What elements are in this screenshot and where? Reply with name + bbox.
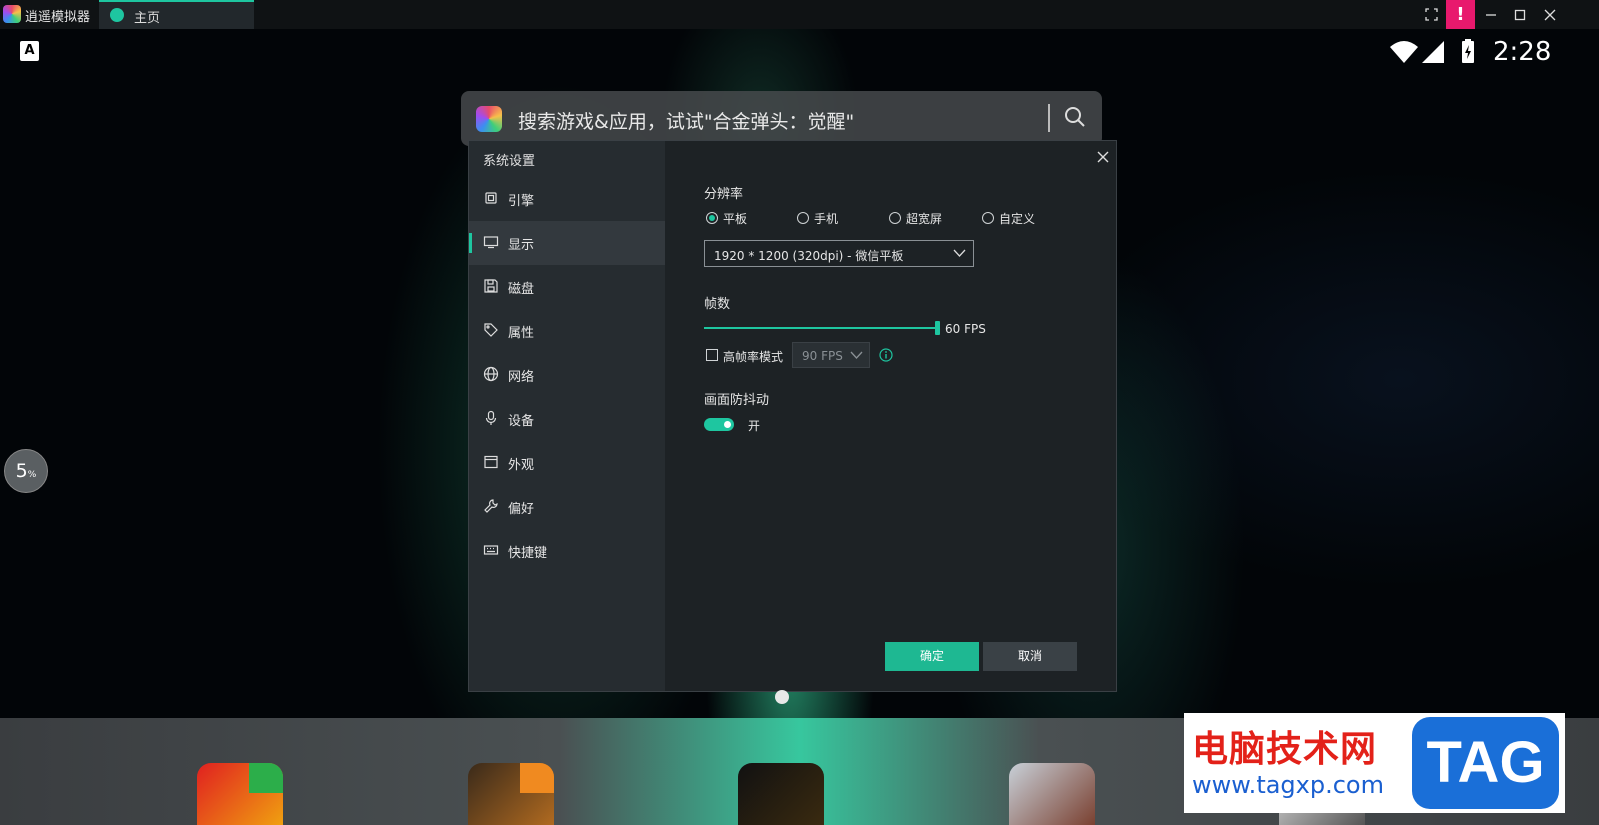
radio-phone-label: 手机	[814, 212, 839, 226]
high-fps-checkbox[interactable]	[706, 349, 718, 361]
app-name: 逍遥模拟器	[25, 10, 91, 25]
search-bar[interactable]: 搜索游戏&应用，试试"合金弹头：觉醒"	[461, 91, 1102, 146]
sidebar-item-label: 设备	[508, 414, 535, 429]
sidebar-item-appearance[interactable]: 外观	[469, 441, 665, 485]
radio-custom[interactable]	[982, 212, 994, 224]
search-icon[interactable]	[1063, 105, 1087, 133]
resolution-label: 分辨率	[704, 187, 744, 202]
sidebar-item-display[interactable]: 显示	[469, 221, 665, 265]
anti-shake-toggle[interactable]	[704, 418, 734, 431]
sidebar-item-shortcuts[interactable]: 快捷键	[469, 529, 665, 573]
maximize-icon[interactable]	[1507, 0, 1533, 29]
monitor-icon	[483, 236, 499, 249]
watermark-logo: TAG	[1412, 717, 1559, 809]
sidebar-item-label: 磁盘	[508, 282, 535, 297]
watermark: 电脑技术网 www.tagxp.com TAG	[1184, 713, 1565, 813]
fps-slider-track[interactable]	[704, 327, 936, 329]
high-fps-label: 高帧率模式	[723, 350, 784, 364]
tag-icon	[484, 323, 498, 337]
home-icon	[110, 8, 124, 22]
search-divider	[1048, 104, 1050, 132]
search-placeholder: 搜索游戏&应用，试试"合金弹头：觉醒"	[518, 111, 855, 133]
gift-badge-icon	[249, 763, 283, 793]
tab-home[interactable]: 主页	[99, 0, 254, 29]
fps-slider-thumb[interactable]	[935, 321, 940, 335]
fps-value: 60 FPS	[945, 322, 986, 336]
window-icon	[484, 455, 498, 469]
progress-value: 5	[15, 460, 28, 482]
sidebar-item-preferences[interactable]: 偏好	[469, 485, 665, 529]
app-logo-icon	[3, 5, 21, 23]
sidebar-item-label: 属性	[508, 326, 535, 341]
radio-custom-label: 自定义	[999, 212, 1036, 226]
wrench-icon	[484, 499, 498, 513]
settings-dialog: 系统设置 引擎 显示 磁盘 属性 网络 设备 外观 偏好 快捷键 分辨率 平板 …	[468, 140, 1117, 692]
progress-unit: %	[27, 470, 37, 480]
radio-ultrawide-label: 超宽屏	[906, 212, 943, 226]
watermark-url: www.tagxp.com	[1192, 771, 1384, 799]
cancel-button[interactable]: 取消	[983, 642, 1077, 671]
radio-tablet[interactable]	[706, 212, 718, 224]
tab-home-label: 主页	[134, 11, 161, 26]
sidebar-item-label: 网络	[508, 370, 535, 385]
alert-icon[interactable]: !	[1446, 0, 1475, 29]
cpu-icon	[485, 192, 497, 204]
close-dialog-icon[interactable]	[1094, 148, 1112, 166]
anti-shake-state: 开	[748, 419, 761, 433]
signal-icon	[1422, 41, 1444, 63]
keyboard-icon	[483, 545, 499, 555]
keyboard-indicator-icon: A	[20, 41, 39, 61]
app-icon-game-2[interactable]	[468, 763, 554, 825]
app-icon-game-3[interactable]	[738, 763, 824, 825]
watermark-title: 电脑技术网	[1192, 729, 1378, 770]
globe-icon	[483, 366, 499, 382]
resolution-select[interactable]: 1920 * 1200 (320dpi) - 微信平板	[704, 240, 974, 267]
dialog-title: 系统设置	[483, 154, 536, 169]
chevron-down-icon	[850, 351, 863, 359]
sidebar-item-label: 引擎	[508, 194, 535, 209]
status-icons	[1388, 39, 1488, 71]
settings-sidebar: 系统设置 引擎 显示 磁盘 属性 网络 设备 外观 偏好 快捷键	[469, 141, 665, 691]
disk-icon	[484, 279, 498, 293]
high-fps-select[interactable]: 90 FPS	[792, 342, 870, 368]
sidebar-item-device[interactable]: 设备	[469, 397, 665, 441]
info-icon[interactable]	[879, 348, 893, 362]
app-icon-game-1[interactable]	[197, 763, 283, 825]
app-store-logo-icon	[476, 106, 502, 132]
anti-shake-label: 画面防抖动	[704, 393, 770, 408]
radio-tablet-label: 平板	[723, 212, 748, 226]
promo-badge-icon	[520, 763, 554, 793]
wifi-icon	[1390, 41, 1418, 63]
close-window-icon[interactable]	[1537, 0, 1563, 29]
app-icon-game-4[interactable]	[1009, 763, 1095, 825]
status-time: 2:28	[1493, 37, 1552, 67]
sidebar-item-label: 偏好	[508, 502, 535, 517]
radio-ultrawide[interactable]	[889, 212, 901, 224]
radio-phone[interactable]	[797, 212, 809, 224]
sidebar-item-label: 外观	[508, 458, 535, 473]
ok-button[interactable]: 确定	[885, 642, 979, 671]
chevron-down-icon	[953, 249, 966, 257]
battery-icon	[1462, 39, 1474, 63]
fullscreen-icon[interactable]	[1418, 0, 1444, 29]
sidebar-item-disk[interactable]: 磁盘	[469, 265, 665, 309]
sidebar-item-engine[interactable]: 引擎	[469, 177, 665, 221]
sidebar-item-label: 显示	[508, 238, 535, 253]
mic-icon	[485, 410, 497, 425]
floating-progress-badge[interactable]: 5%	[4, 449, 48, 493]
sidebar-item-network[interactable]: 网络	[469, 353, 665, 397]
high-fps-value: 90 FPS	[802, 349, 843, 363]
sidebar-item-label: 快捷键	[508, 546, 548, 561]
page-indicator-dot	[775, 690, 789, 704]
title-bar: 逍遥模拟器 主页 !	[0, 0, 1599, 29]
resolution-value: 1920 * 1200 (320dpi) - 微信平板	[714, 249, 904, 263]
sidebar-item-properties[interactable]: 属性	[469, 309, 665, 353]
minimize-icon[interactable]	[1478, 0, 1504, 29]
fps-label: 帧数	[704, 297, 731, 312]
